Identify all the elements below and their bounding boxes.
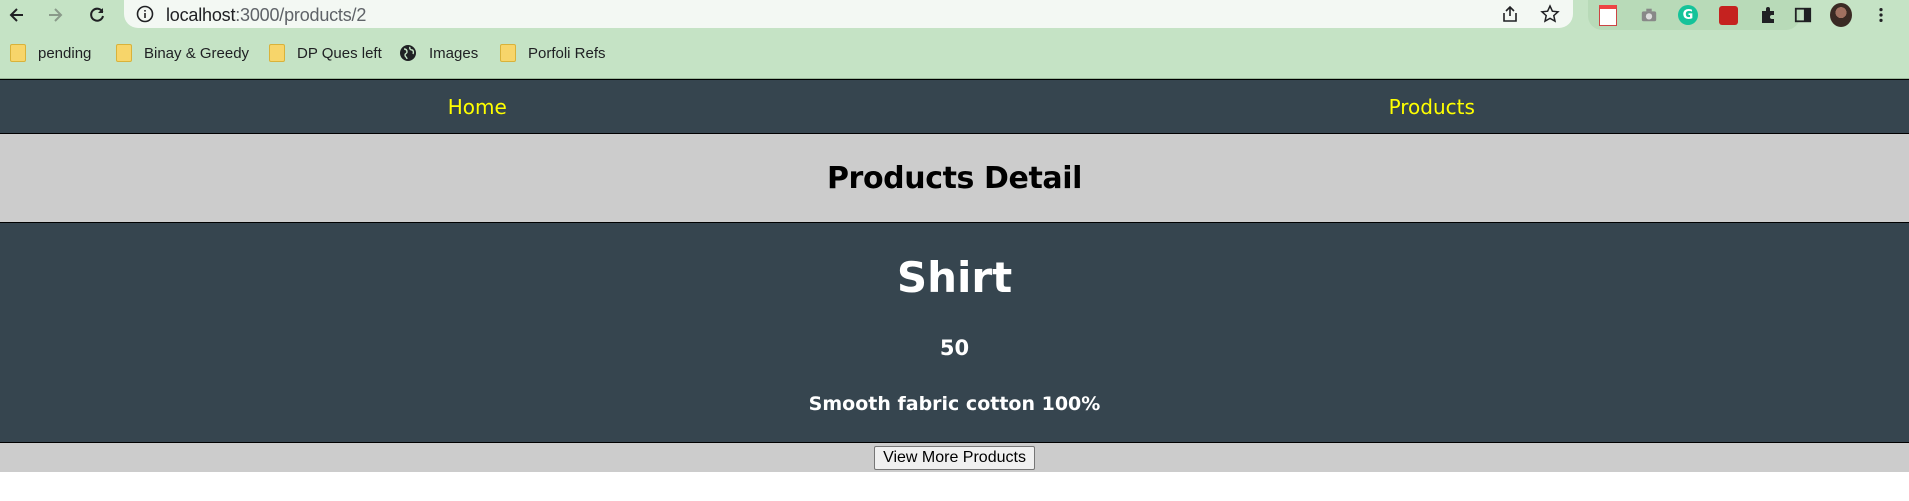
bookmark-label: pending: [38, 44, 92, 62]
bookmark-label: DP Ques left: [297, 44, 382, 62]
bookmark-label: Images: [429, 44, 479, 62]
side-panel-icon[interactable]: [1792, 4, 1814, 26]
camera-extension-icon[interactable]: [1639, 5, 1659, 25]
share-icon[interactable]: [1500, 4, 1520, 24]
folder-icon: [10, 44, 26, 62]
product-card: Shirt 50 Smooth fabric cotton 100%: [0, 223, 1909, 443]
bookmark-porfoli-refs[interactable]: Porfoli Refs: [500, 44, 606, 62]
folder-icon: [500, 44, 516, 62]
extensions-area: G: [1588, 0, 1800, 30]
site-navbar: Home Products: [0, 79, 1909, 134]
product-name: Shirt: [896, 253, 1013, 302]
puzzle-icon[interactable]: [1758, 5, 1778, 25]
bookmark-label: Porfoli Refs: [528, 44, 606, 62]
calendar-extension-icon[interactable]: [1598, 4, 1618, 26]
product-price: 50: [939, 336, 970, 360]
address-bar[interactable]: localhost:3000/products/2: [124, 0, 1573, 28]
nav-link-products[interactable]: Products: [955, 95, 1909, 119]
url-path: :3000/products/2: [235, 5, 367, 25]
grammarly-icon[interactable]: G: [1678, 5, 1698, 25]
bookmark-dp-ques-left[interactable]: DP Ques left: [269, 44, 382, 62]
bookmark-images[interactable]: Images: [399, 44, 478, 62]
folder-icon: [116, 44, 132, 62]
info-icon[interactable]: [136, 5, 154, 23]
browser-chrome: localhost:3000/products/2 G pending Bina…: [0, 0, 1909, 79]
forward-button[interactable]: [42, 2, 68, 28]
arrow-left-icon: [9, 8, 23, 22]
bookmark-label: Binay & Greedy: [144, 44, 250, 62]
bookmark-binay-greedy[interactable]: Binay & Greedy: [116, 44, 249, 62]
back-button[interactable]: [4, 2, 30, 28]
red-extension-icon[interactable]: [1718, 5, 1738, 25]
page-heading-bar: Products Detail: [0, 134, 1909, 223]
bookmarks-bar: pending Binay & Greedy DP Ques left Imag…: [0, 30, 1909, 79]
avatar[interactable]: [1830, 3, 1852, 27]
reload-button[interactable]: [84, 2, 110, 28]
url-host: localhost: [166, 5, 236, 25]
globe-icon: [400, 45, 416, 61]
reload-icon: [90, 7, 104, 22]
page-title: Products Detail: [826, 160, 1083, 196]
folder-icon: [269, 44, 285, 62]
browser-toolbar: localhost:3000/products/2 G: [0, 0, 1909, 30]
star-icon[interactable]: [1540, 4, 1560, 24]
arrow-right-icon: [49, 8, 63, 22]
url-text: localhost:3000/products/2: [166, 5, 366, 26]
product-description: Smooth fabric cotton 100%: [808, 393, 1101, 415]
nav-link-home[interactable]: Home: [0, 95, 955, 119]
menu-icon[interactable]: [1870, 4, 1892, 26]
bookmark-pending[interactable]: pending: [10, 44, 91, 62]
actions-bar: View More Products: [0, 443, 1909, 472]
view-more-products-button[interactable]: View More Products: [874, 445, 1035, 470]
